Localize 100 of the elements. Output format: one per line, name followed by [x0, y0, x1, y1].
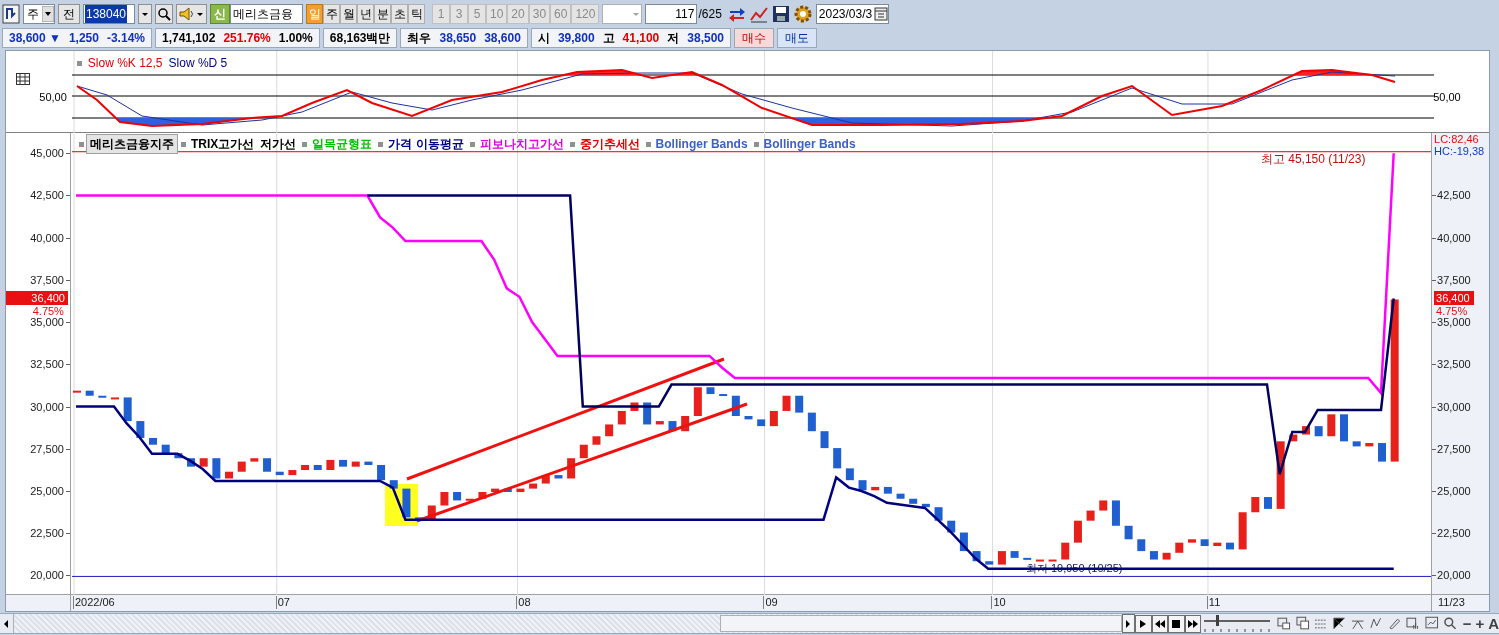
chart-app-icon[interactable]: [2, 3, 20, 24]
quote-value: 1,250: [68, 29, 99, 47]
quote-value: 38,500: [687, 29, 724, 47]
axis-label: 35,000: [1437, 316, 1471, 329]
axis-label: 30,000: [30, 400, 64, 413]
all-button[interactable]: 전: [58, 3, 80, 24]
quote-value: 38,650: [439, 29, 477, 47]
zoom-in-box-icon[interactable]: [1277, 615, 1293, 632]
price-tag: 36,400: [6, 291, 68, 306]
zoom-control[interactable]: A: [1488, 615, 1499, 632]
quote-value: 1,741,102: [162, 29, 216, 47]
indicator-value: LC:82,46: [1434, 133, 1479, 145]
settings-icon[interactable]: [792, 3, 813, 24]
axis-label: 22,500: [30, 527, 64, 540]
axis-label: 11/23: [1438, 596, 1465, 609]
code-field[interactable]: 138040: [83, 3, 135, 24]
slider-thumb[interactable]: [1215, 614, 1219, 626]
calendar-icon: [874, 6, 889, 21]
change-label: 4.75%: [1436, 305, 1468, 318]
axis-label: 20,000: [1437, 569, 1471, 582]
legend-label[interactable]: 메리츠금융지주: [85, 134, 178, 154]
axis-label: 40,000: [30, 231, 64, 244]
interval-button: 20: [507, 3, 529, 24]
axis-label: 45,000: [30, 147, 64, 160]
quote-value: 251.76%: [223, 29, 271, 47]
quote-value: 최우: [407, 29, 432, 47]
period-tab[interactable]: 년: [357, 3, 374, 24]
axis-label: 32,500: [1437, 358, 1471, 371]
search-icon[interactable]: [1443, 615, 1459, 632]
price-tag: 36,400: [1434, 291, 1475, 306]
zoom-control[interactable]: +: [1475, 615, 1485, 632]
legend-label[interactable]: 가격 이동평균: [385, 135, 467, 153]
interval-button: 30: [528, 3, 551, 24]
axis-label: 09: [763, 596, 778, 609]
axis-label: 27,500: [1437, 442, 1471, 455]
scrollbar-thumb[interactable]: [719, 615, 1122, 632]
axis-label: 35,000: [30, 316, 64, 329]
window-chart-icon[interactable]: [1424, 615, 1441, 632]
quote-value: 39,800: [557, 29, 595, 47]
market-dropdown[interactable]: 주: [23, 3, 55, 24]
axis-label: 25,000: [30, 485, 64, 497]
quote-value: -3.14%: [106, 29, 145, 47]
axis-label: 50,00: [1433, 90, 1461, 105]
total-count: /625: [698, 5, 722, 23]
axis-label: 08: [516, 596, 531, 609]
quote-value: 시: [537, 29, 550, 47]
interval-button: 5: [468, 3, 486, 24]
axis-label: 42,500: [1437, 189, 1471, 202]
legend-label: Slow %D 5: [168, 55, 228, 72]
axis-label: 37,500: [1437, 273, 1471, 286]
change-label: 4.75%: [32, 305, 64, 318]
indicator-value: HC:-19,38: [1434, 145, 1485, 157]
count-field[interactable]: 117: [645, 3, 698, 24]
quote-value: 41,100: [622, 29, 660, 47]
high-label: 최고 45,150 (11/23): [1260, 152, 1366, 166]
period-tab[interactable]: 틱: [408, 3, 425, 24]
save-icon[interactable]: [770, 3, 791, 24]
interval-button: 60: [550, 3, 572, 24]
trend-tool-icon[interactable]: [1332, 615, 1348, 632]
quote-value: 1.00%: [278, 29, 313, 47]
legend-label[interactable]: 저가선: [257, 135, 300, 153]
legend-label[interactable]: 중기추세선: [576, 135, 643, 153]
period-tab[interactable]: 초: [391, 3, 408, 24]
quote-value: 고: [602, 29, 615, 47]
axis-label: 40,000: [1437, 231, 1471, 244]
quote-value: 38,600: [484, 29, 521, 47]
period-tab[interactable]: 분: [374, 3, 391, 24]
stop-button[interactable]: [1168, 614, 1185, 633]
date-field[interactable]: 2023/03/3: [815, 3, 890, 24]
overlap-window-icon[interactable]: [1295, 615, 1311, 632]
axis-label: 32,500: [30, 358, 64, 371]
sound-button[interactable]: [176, 3, 207, 24]
axis-label: 10: [991, 596, 1006, 609]
sell-button[interactable]: 매도: [777, 27, 817, 48]
axis-label: 50,00: [39, 90, 67, 105]
search-button[interactable]: [155, 3, 173, 24]
grid-icon[interactable]: [16, 73, 30, 85]
zoom-control[interactable]: −: [1462, 615, 1472, 632]
period-tab[interactable]: 주: [323, 3, 340, 24]
dropdown-button[interactable]: [138, 3, 152, 24]
axis-label: 42,500: [30, 189, 64, 202]
axis-label: 25,000: [1437, 485, 1471, 497]
search-icon: [157, 6, 171, 21]
play-button[interactable]: [1135, 614, 1152, 633]
interval-button: 120: [571, 3, 600, 24]
quote-value: 저: [667, 29, 680, 47]
legend-label[interactable]: Bollinger Bands: [652, 135, 751, 153]
interval-button: 3: [450, 3, 468, 24]
period-tab[interactable]: 월: [340, 3, 357, 24]
name-field[interactable]: 메리츠금융: [230, 3, 303, 24]
legend-label[interactable]: TRIX고가선: [187, 135, 258, 153]
axis-label: 37,500: [30, 273, 64, 286]
axis-label: 30,000: [1437, 400, 1471, 413]
legend-label[interactable]: Bollinger Bands: [760, 135, 859, 153]
left-arrow-icon: [3, 619, 10, 628]
caret-icon: [42, 5, 54, 22]
axis-label: 20,000: [30, 569, 64, 582]
buy-button[interactable]: 매수: [734, 27, 774, 48]
legend-label[interactable]: 피보나치고가선: [476, 135, 567, 153]
axis-label: 11: [1206, 596, 1221, 609]
